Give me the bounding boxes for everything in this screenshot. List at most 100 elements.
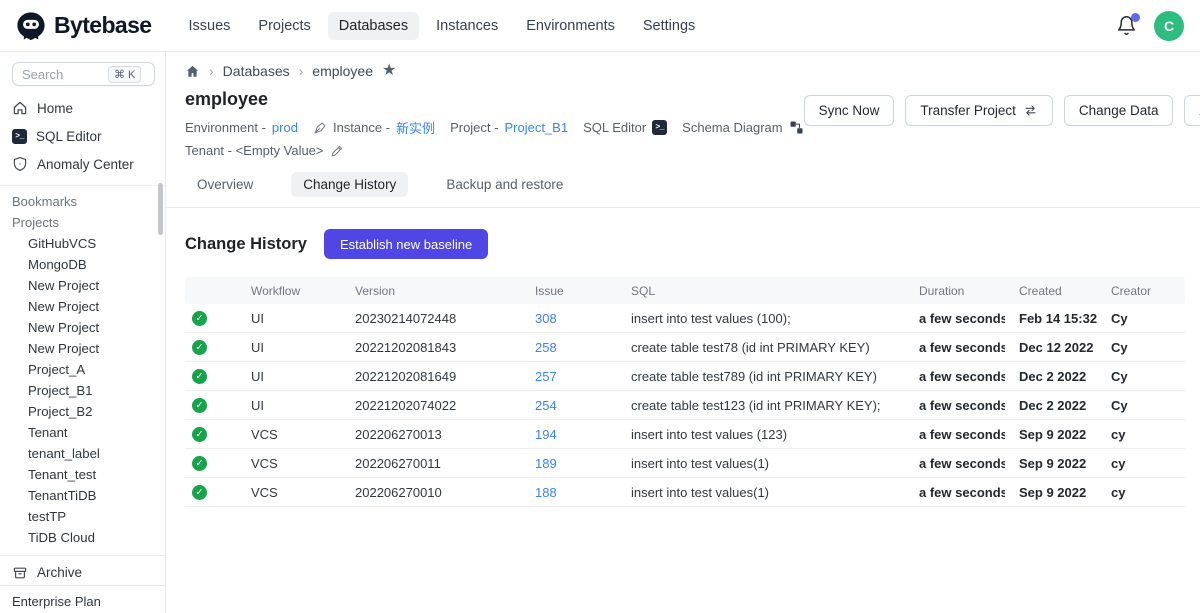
nav-item-databases[interactable]: Databases bbox=[328, 12, 419, 40]
success-check-icon: ✓ bbox=[192, 456, 207, 471]
sync-now-button[interactable]: Sync Now bbox=[804, 95, 895, 126]
project-item-new-project-3[interactable]: New Project bbox=[12, 317, 155, 338]
sql-editor-label: SQL Editor bbox=[583, 120, 646, 135]
transfer-project-button[interactable]: Transfer Project bbox=[905, 95, 1053, 126]
issue-link[interactable]: 189 bbox=[535, 456, 557, 471]
notifications-bell-icon[interactable] bbox=[1116, 15, 1138, 37]
schema-diagram-link[interactable]: Schema Diagram bbox=[682, 120, 803, 135]
instance-link[interactable]: 新实例 bbox=[396, 118, 435, 137]
cell-creator: Cy bbox=[1097, 340, 1185, 355]
table-row[interactable]: ✓ UI 20221202074022 254 create table tes… bbox=[185, 391, 1185, 420]
cell-creator: Cy bbox=[1097, 311, 1185, 326]
establish-baseline-button[interactable]: Establish new baseline bbox=[324, 229, 488, 259]
table-row[interactable]: ✓ UI 20221202081843 258 create table tes… bbox=[185, 333, 1185, 362]
project-item-tenanttidb[interactable]: TenantTiDB bbox=[12, 485, 155, 506]
project-item-tenant-test[interactable]: Tenant_test bbox=[12, 464, 155, 485]
sql-editor-link[interactable]: SQL Editor >_ bbox=[583, 120, 667, 135]
tenant-meta: Tenant - <Empty Value> bbox=[185, 143, 344, 158]
project-item-new-project-4[interactable]: New Project bbox=[12, 338, 155, 359]
cell-creator: cy bbox=[1097, 427, 1185, 442]
table-row[interactable]: ✓ VCS 202206270010 188 insert into test … bbox=[185, 478, 1185, 507]
issue-link[interactable]: 308 bbox=[535, 311, 557, 326]
sidebar-item-label: SQL Editor bbox=[36, 129, 102, 144]
cell-workflow: UI bbox=[237, 398, 341, 413]
database-meta-line: Environment - prod Instance - 新实例 Projec… bbox=[185, 118, 804, 137]
issue-link[interactable]: 258 bbox=[535, 340, 557, 355]
project-item-testtp[interactable]: testTP bbox=[12, 506, 155, 527]
nav-item-environments[interactable]: Environments bbox=[515, 12, 626, 40]
sidebar-scrollbar[interactable] bbox=[158, 183, 163, 235]
bytebase-logo[interactable]: Bytebase bbox=[16, 11, 151, 41]
table-header-row: Workflow Version Issue SQL Duration Crea… bbox=[185, 277, 1185, 304]
button-label: Change Data bbox=[1079, 103, 1159, 118]
sidebar-item-home[interactable]: Home bbox=[12, 94, 155, 122]
nav-item-issues[interactable]: Issues bbox=[177, 12, 241, 40]
project-item-mongodb[interactable]: MongoDB bbox=[12, 254, 155, 275]
breadcrumb-databases[interactable]: Databases bbox=[223, 63, 290, 79]
tab-overview[interactable]: Overview bbox=[185, 172, 265, 197]
sidebar-item-label: Anomaly Center bbox=[37, 157, 134, 172]
project-item-githubvcs[interactable]: GitHubVCS bbox=[12, 233, 155, 254]
cell-workflow: VCS bbox=[237, 485, 341, 500]
project-item-project-a[interactable]: Project_A bbox=[12, 359, 155, 380]
sidebar-item-sql-editor[interactable]: >_ SQL Editor bbox=[12, 122, 155, 150]
home-breadcrumb-icon[interactable] bbox=[185, 64, 200, 79]
environment-label: Environment - bbox=[185, 120, 266, 135]
instance-label: Instance - bbox=[333, 120, 390, 135]
page-title: employee bbox=[185, 89, 804, 110]
table-row[interactable]: ✓ VCS 202206270011 189 insert into test … bbox=[185, 449, 1185, 478]
top-navigation: Bytebase Issues Projects Databases Insta… bbox=[0, 0, 1200, 52]
sidebar-divider bbox=[0, 555, 165, 556]
cell-duration: a few seconds bbox=[905, 456, 1005, 471]
issue-link[interactable]: 194 bbox=[535, 427, 557, 442]
sidebar-item-anomaly-center[interactable]: Anomaly Center bbox=[12, 150, 155, 178]
alter-schema-button[interactable]: Alter Schema bbox=[1184, 95, 1200, 126]
archive-icon bbox=[12, 565, 28, 581]
environment-meta: Environment - prod bbox=[185, 120, 298, 135]
project-item-tenant-label[interactable]: tenant_label bbox=[12, 443, 155, 464]
table-row[interactable]: ✓ VCS 202206270013 194 insert into test … bbox=[185, 420, 1185, 449]
change-data-button[interactable]: Change Data bbox=[1064, 95, 1174, 126]
nav-item-instances[interactable]: Instances bbox=[425, 12, 509, 40]
sidebar-item-archive[interactable]: Archive bbox=[12, 561, 155, 585]
cell-duration: a few seconds bbox=[905, 485, 1005, 500]
cell-created: Dec 12 2022 bbox=[1005, 340, 1097, 355]
search-input[interactable] bbox=[22, 67, 108, 82]
issue-link[interactable]: 188 bbox=[535, 485, 557, 500]
cell-workflow: VCS bbox=[237, 456, 341, 471]
cell-version: 202206270011 bbox=[341, 456, 521, 471]
nav-item-projects[interactable]: Projects bbox=[247, 12, 321, 40]
edit-pencil-icon[interactable] bbox=[330, 144, 344, 158]
instance-meta: Instance - 新实例 bbox=[313, 118, 435, 137]
project-item-tidb-cloud[interactable]: TiDB Cloud bbox=[12, 527, 155, 548]
project-link[interactable]: Project_B1 bbox=[504, 120, 568, 135]
projects-list: GitHubVCS MongoDB New Project New Projec… bbox=[12, 233, 155, 548]
search-box[interactable]: ⌘ K bbox=[12, 62, 155, 86]
project-item-new-project-1[interactable]: New Project bbox=[12, 275, 155, 296]
main-menu: Issues Projects Databases Instances Envi… bbox=[177, 12, 706, 40]
project-item-project-b2[interactable]: Project_B2 bbox=[12, 401, 155, 422]
cell-workflow: UI bbox=[237, 311, 341, 326]
issue-link[interactable]: 257 bbox=[535, 369, 557, 384]
terminal-icon: >_ bbox=[652, 120, 667, 135]
nav-item-settings[interactable]: Settings bbox=[632, 12, 706, 40]
success-check-icon: ✓ bbox=[192, 369, 207, 384]
project-item-new-project-2[interactable]: New Project bbox=[12, 296, 155, 317]
issue-link[interactable]: 254 bbox=[535, 398, 557, 413]
tab-change-history[interactable]: Change History bbox=[291, 172, 408, 197]
tab-backup-and-restore[interactable]: Backup and restore bbox=[434, 172, 575, 197]
cell-version: 20221202081649 bbox=[341, 369, 521, 384]
project-item-project-b1[interactable]: Project_B1 bbox=[12, 380, 155, 401]
environment-link[interactable]: prod bbox=[272, 120, 298, 135]
bookmark-star-icon[interactable]: ★ bbox=[382, 63, 396, 79]
table-row[interactable]: ✓ UI 20230214072448 308 insert into test… bbox=[185, 304, 1185, 333]
col-version: Version bbox=[341, 284, 521, 298]
project-item-tenant[interactable]: Tenant bbox=[12, 422, 155, 443]
terminal-icon: >_ bbox=[12, 129, 27, 144]
nav-right-cluster: C bbox=[1116, 11, 1184, 41]
user-avatar[interactable]: C bbox=[1154, 11, 1184, 41]
table-row[interactable]: ✓ UI 20221202081649 257 create table tes… bbox=[185, 362, 1185, 391]
cell-version: 20221202081843 bbox=[341, 340, 521, 355]
col-workflow: Workflow bbox=[237, 284, 341, 298]
col-duration: Duration bbox=[905, 284, 1005, 298]
